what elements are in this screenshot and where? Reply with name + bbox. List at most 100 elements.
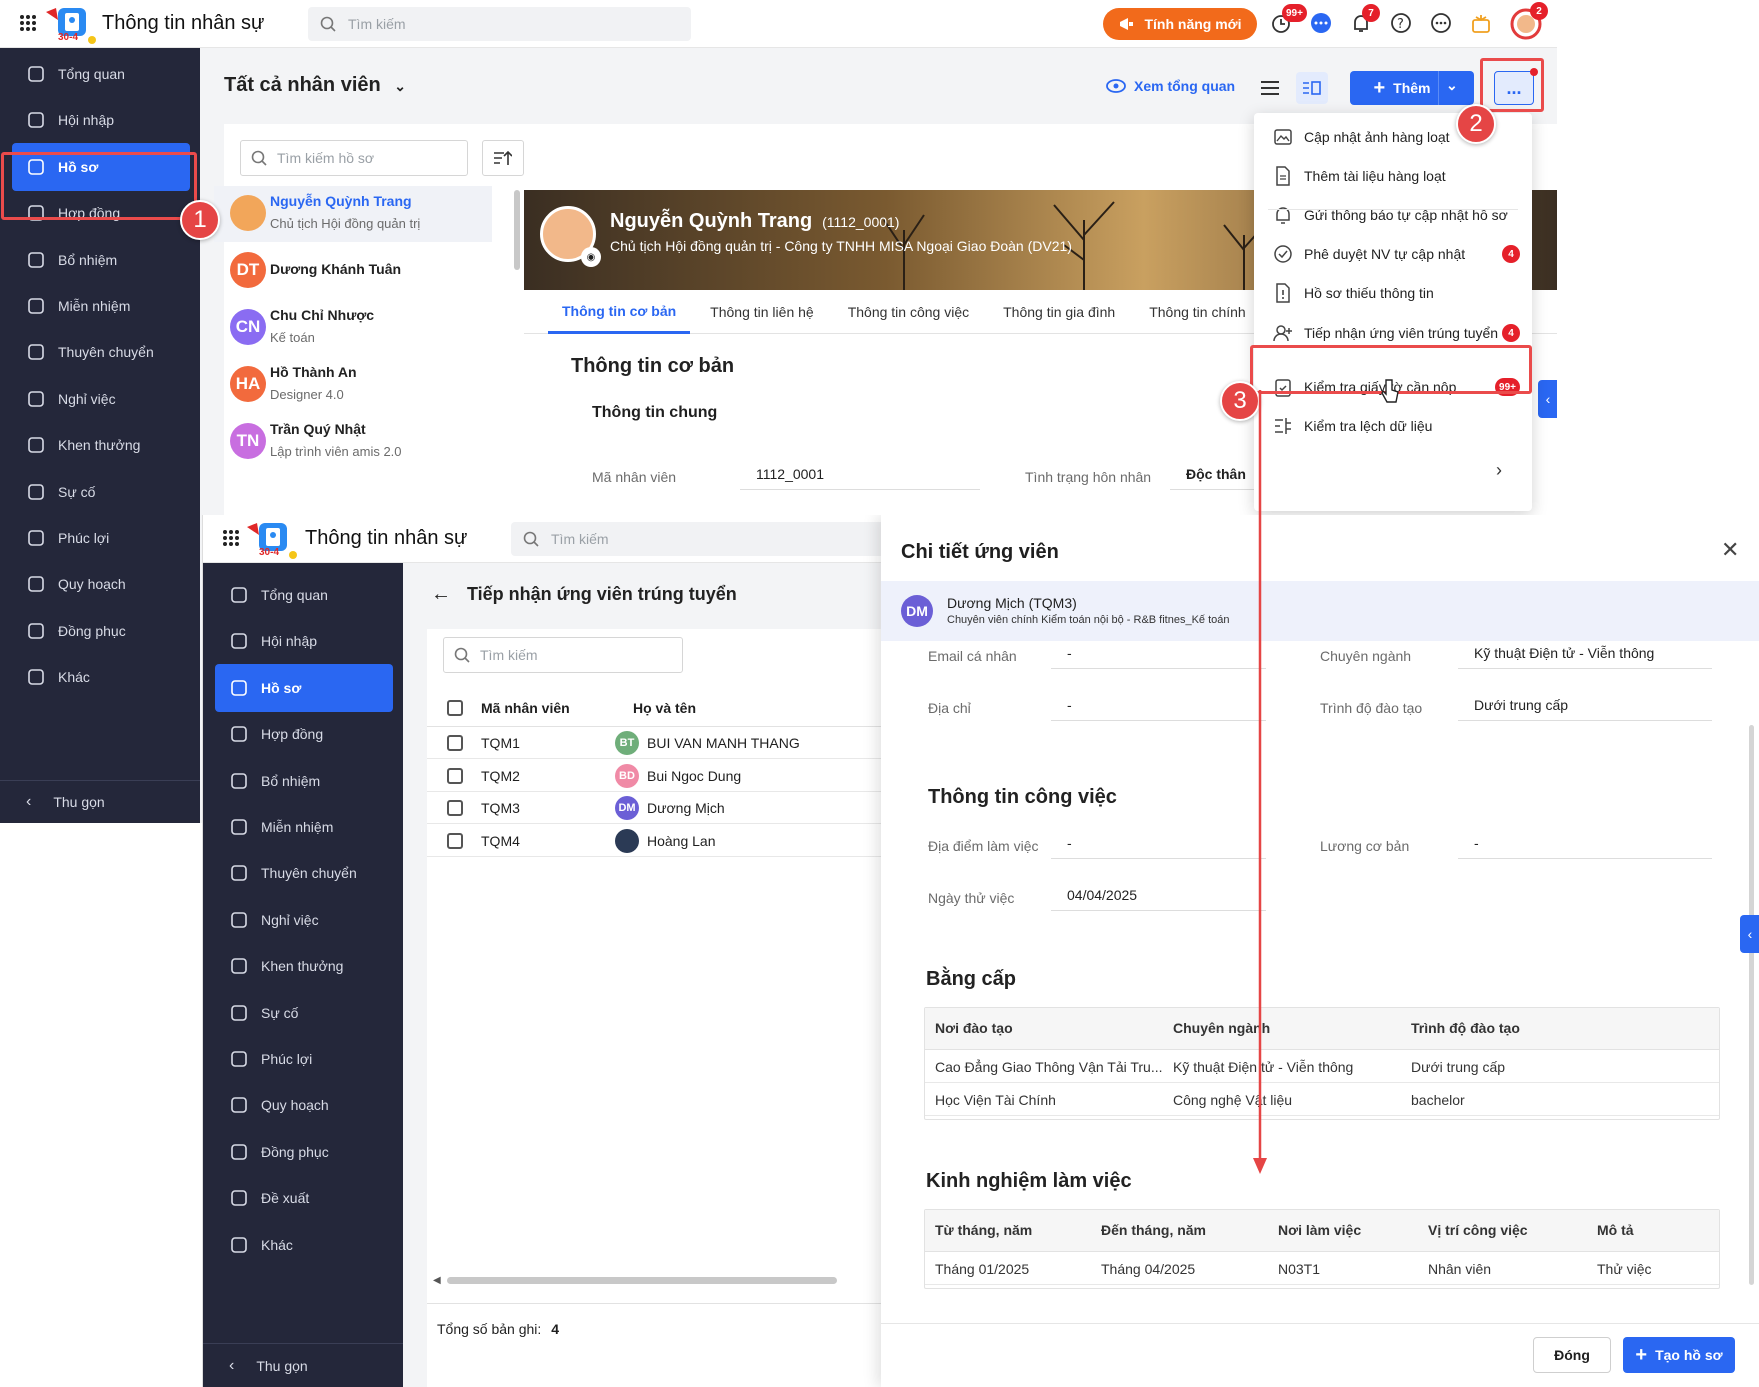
camera-icon[interactable]: ◉ [581,247,601,267]
create-profile-button[interactable]: + Tạo hồ sơ [1623,1337,1735,1373]
avatar: HA [230,366,266,402]
sidebar-item-bo-nhiem[interactable]: Bổ nhiệm [215,757,393,805]
tab-thong-tin-gia-dinh[interactable]: Thông tin gia đình [989,290,1129,334]
candidate-detail-drawer: Chi tiết ứng viên ✕ DM Dương Mịch (TQM3)… [881,515,1759,1387]
sidebar-item-su-co[interactable]: Sự cố [12,468,190,516]
profile-avatar[interactable]: ◉ [540,206,601,267]
nghi-viec-icon [26,389,46,409]
sidebar-item-tong-quan[interactable]: Tổng quan [12,50,190,98]
apps-grid-icon[interactable] [223,530,239,546]
view-selector[interactable]: Tất cả nhân viên ⌄ [224,74,406,102]
list-view-button[interactable] [1254,72,1286,104]
user-avatar[interactable]: 2 [1510,2,1548,40]
split-view-button[interactable] [1296,72,1328,104]
sidebar-item-khac[interactable]: Khác [12,653,190,701]
new-feature-button[interactable]: Tính năng mới [1103,8,1257,40]
more-circle-icon[interactable] [1430,12,1454,36]
table-cell: Cao Đẳng Giao Thông Vận Tải Tru... [935,1059,1163,1075]
sidebar-item-de-xuat[interactable]: Đề xuất [215,1174,393,1222]
employee-list-item[interactable]: DT Dương Khánh Tuân [224,243,484,299]
employee-title: Chủ tịch Hội đồng quản trị [270,216,421,231]
gift-icon[interactable] [1470,12,1494,36]
tab-thong-tin-chinh-t[interactable]: Thông tin chính t [1135,290,1247,334]
sidebar-item-thuyen-chuyen[interactable]: Thuyên chuyển [215,849,393,897]
sidebar-item-hop-dong[interactable]: Hợp đồng [215,710,393,758]
sort-button[interactable] [482,140,524,176]
close-button[interactable]: Đóng [1533,1337,1611,1373]
collapse-sidebar-button[interactable]: ‹ Thu gọn [0,780,200,823]
profile-search-input[interactable]: Tìm kiếm hồ sơ [240,140,468,176]
sidebar-item-mien-nhiem[interactable]: Miễn nhiệm [215,803,393,851]
sidebar-item-quy-hoach[interactable]: Quy hoạch [12,560,190,608]
sidebar-item-dong-phuc[interactable]: Đồng phục [215,1128,393,1176]
tab-thong-tin-lien-he[interactable]: Thông tin liên hệ [696,290,828,334]
chevron-down-icon[interactable]: ⌄ [1446,77,1458,94]
sidebar-item-nghi-viec[interactable]: Nghỉ việc [12,375,190,423]
employee-list-item[interactable]: Nguyễn Quỳnh Trang Chủ tịch Hội đồng quản… [214,186,492,242]
sidebar-item-mien-nhiem[interactable]: Miễn nhiệm [12,282,190,330]
bell-icon[interactable]: 7 [1350,4,1380,36]
sort-icon [494,150,512,165]
sidebar-item-khen-thuong[interactable]: Khen thưởng [215,942,393,990]
global-search-input[interactable]: Tìm kiếm [511,522,894,556]
side-toggle-button[interactable]: ‹ [1538,380,1557,418]
dong-phuc-icon [26,621,46,641]
list-scrollbar[interactable] [514,190,520,270]
sidebar-item-tong-quan[interactable]: Tổng quan [215,571,393,619]
candidate-search-input[interactable]: Tìm kiếm [443,637,683,673]
sidebar: Tổng quan Hội nhập Hồ sơ Hợp đồng Bổ nhiệm Mi… [203,563,403,1387]
avatar: DM [615,796,639,820]
mien-nhiem-icon [229,817,249,837]
app-logo: 30-4 [245,521,301,561]
employee-list-item[interactable]: TN Trần Quý Nhật Lập trình viên amis 2.0 [224,414,484,470]
employee-list-item[interactable]: HA Hồ Thành An Designer 4.0 [224,357,484,413]
sidebar-item-hoi-nhap[interactable]: Hội nhập [215,617,393,665]
sidebar-item-hoi-nhap[interactable]: Hội nhập [12,96,190,144]
sidebar-item-nghi-viec[interactable]: Nghỉ việc [215,896,393,944]
avatar-badge: 2 [1530,2,1548,20]
row-checkbox[interactable] [447,767,463,784]
back-arrow-icon[interactable]: ← [431,583,451,606]
menu-item-kiem-tra-lech-du-lieu[interactable]: Kiểm tra lệch dữ liệu [1254,406,1532,446]
chat-icon[interactable] [1310,12,1334,36]
table-column-header: Nơi đào tạo [935,1020,1013,1036]
menu-item-them-tai-lieu-hang-loat[interactable]: Thêm tài liệu hàng loạt [1254,156,1532,196]
clock-icon[interactable]: 99+ [1270,4,1307,36]
sidebar-item-phuc-loi[interactable]: Phúc lợi [215,1035,393,1083]
sidebar-item-ho-so[interactable]: Hồ sơ [215,663,393,712]
sidebar-item-quy-hoach[interactable]: Quy hoạch [215,1081,393,1129]
menu-item-gui-thong-bao-tu-cap-nhat-ho-so[interactable]: Gửi thông báo tự cập nhật hồ sơ [1254,195,1532,235]
candidate-code: TQM2 [481,767,520,784]
tab-thong-tin-cong-viec[interactable]: Thông tin công việc [834,290,983,334]
row-checkbox[interactable] [447,832,463,849]
view-overview-link[interactable]: Xem tổng quan [1106,78,1235,94]
drawer-scrollbar[interactable] [1749,725,1754,1285]
apps-grid-icon[interactable] [20,15,36,31]
sidebar-item-khac[interactable]: Khác [215,1221,393,1269]
sidebar-item-bo-nhiem[interactable]: Bổ nhiệm [12,236,190,284]
bell-icon [1272,204,1294,226]
sidebar-item-su-co[interactable]: Sự cố [215,989,393,1037]
close-icon[interactable]: ✕ [1721,537,1739,563]
employee-list-item[interactable]: CN Chu Chỉ Nhược Kế toán [224,300,484,356]
candidate-name: BUI VAN MANH THANG [647,735,800,751]
employee-title: Kế toán [270,330,315,345]
tab-thong-tin-co-ban[interactable]: Thông tin cơ bản [548,290,691,334]
menu-item-ho-so-thieu-thong-tin[interactable]: Hồ sơ thiếu thông tin [1254,273,1532,313]
sidebar-item-khen-thuong[interactable]: Khen thưởng [12,421,190,469]
collapse-sidebar-button[interactable]: ‹ Thu gọn [203,1343,403,1387]
major-label: Chuyên ngành [1320,648,1412,664]
row-checkbox[interactable] [447,735,463,751]
page-title: Tiếp nhận ứng viên trúng tuyển [467,584,737,604]
help-icon[interactable]: ? [1390,12,1414,36]
select-all-checkbox[interactable] [447,700,463,716]
side-toggle-button[interactable]: ‹ [1740,915,1759,953]
sidebar-item-thuyen-chuyen[interactable]: Thuyên chuyển [12,328,190,376]
add-employee-button[interactable]: + Thêm ⌄ [1350,71,1474,105]
global-search-input[interactable]: Tìm kiếm [308,7,691,41]
menu-item-phe-duyet-nv-tu-cap-nhat[interactable]: Phê duyệt NV tự cập nhật 4 [1254,234,1532,274]
khac-icon [229,1235,249,1255]
row-checkbox[interactable] [447,800,463,816]
sidebar-item-dong-phuc[interactable]: Đồng phục [12,607,190,655]
sidebar-item-phuc-loi[interactable]: Phúc lợi [12,514,190,562]
